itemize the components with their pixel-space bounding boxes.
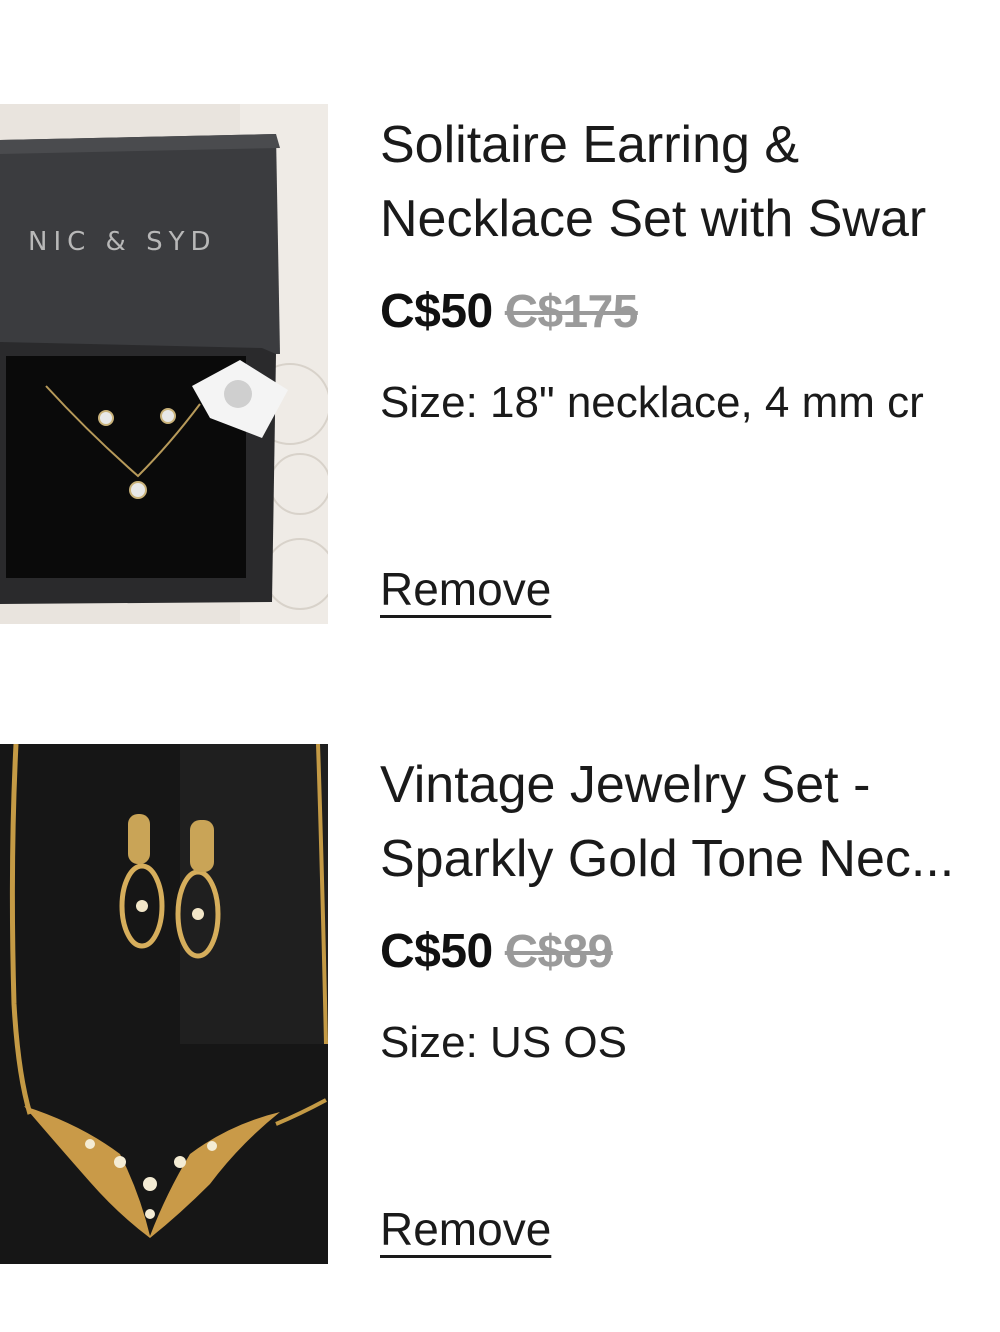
- remove-button[interactable]: Remove: [380, 1202, 551, 1256]
- product-image[interactable]: [0, 744, 328, 1264]
- item-title-line: Vintage Jewelry Set -: [380, 756, 871, 814]
- item-title[interactable]: Solitaire Earring & Necklace Set with Sw…: [380, 108, 1000, 256]
- item-info: Vintage Jewelry Set - Sparkly Gold Tone …: [380, 744, 1000, 1264]
- product-image[interactable]: NIC & SYD: [0, 104, 328, 624]
- cart-item: Vintage Jewelry Set - Sparkly Gold Tone …: [0, 744, 1000, 1264]
- original-price: C$175: [504, 285, 639, 337]
- item-title[interactable]: Vintage Jewelry Set - Sparkly Gold Tone …: [380, 748, 1000, 896]
- remove-button[interactable]: Remove: [380, 562, 551, 616]
- item-size: Size: US OS: [380, 1018, 627, 1067]
- original-price: C$89: [504, 925, 613, 977]
- sale-price: C$50: [380, 925, 493, 978]
- cart-item: NIC & SYD Solitaire Earring & Necklace S…: [0, 104, 1000, 624]
- box-brand-text: NIC & SYD: [28, 227, 216, 257]
- item-info: Solitaire Earring & Necklace Set with Sw…: [380, 104, 1000, 624]
- item-title-line: Solitaire Earring &: [380, 116, 800, 174]
- item-title-line: Necklace Set with Swar: [380, 190, 927, 248]
- price-row: C$50 C$89: [380, 924, 613, 984]
- sale-price: C$50: [380, 285, 493, 338]
- item-title-line: Sparkly Gold Tone Nec...: [380, 830, 955, 888]
- price-row: C$50 C$175: [380, 284, 638, 344]
- item-size: Size: 18" necklace, 4 mm cr: [380, 378, 924, 427]
- cart-item-list: NIC & SYD Solitaire Earring & Necklace S…: [0, 0, 1000, 1332]
